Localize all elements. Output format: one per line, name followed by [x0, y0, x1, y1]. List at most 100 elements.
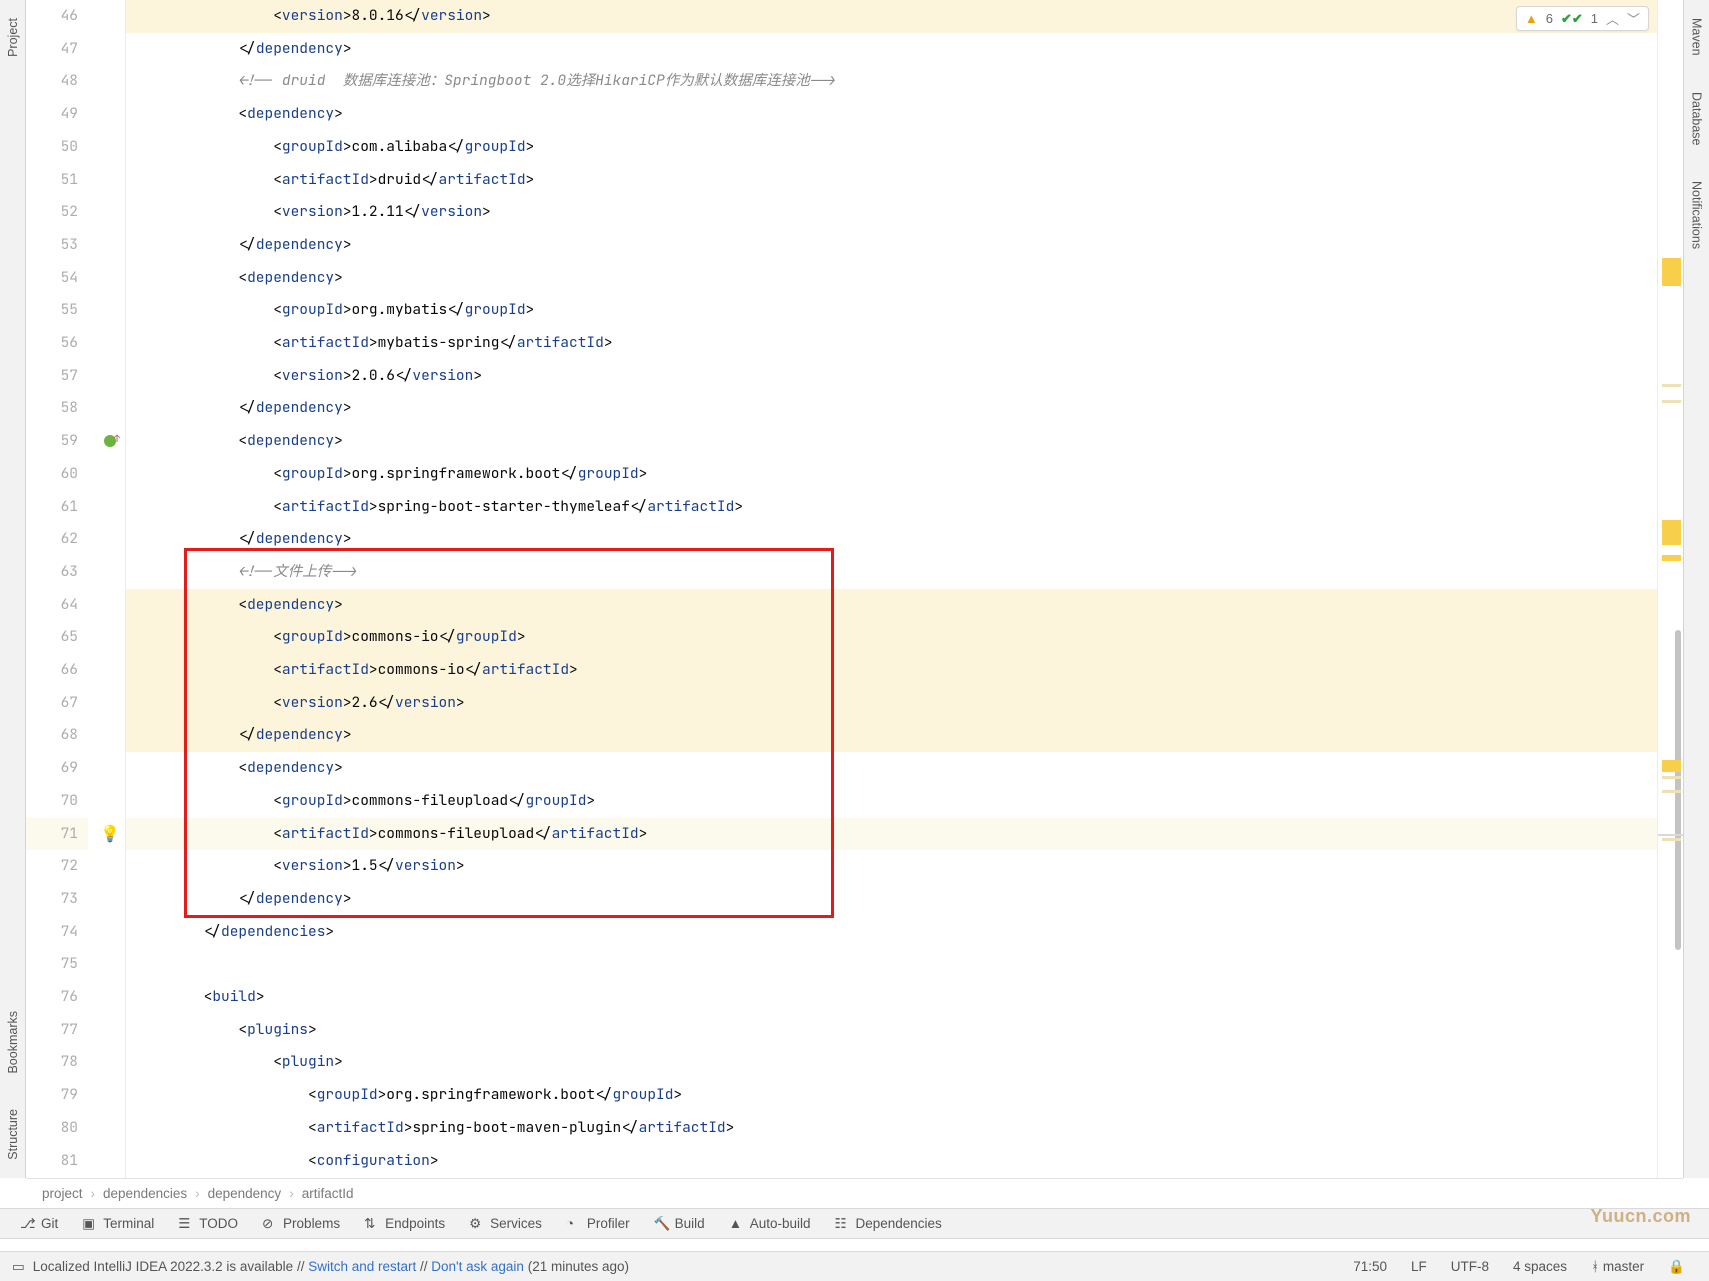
code-line[interactable]: </dependency> — [126, 719, 1657, 752]
code-line[interactable]: </dependency> — [126, 392, 1657, 425]
code-line[interactable]: <version>8.0.16</version> — [126, 0, 1657, 33]
stripe-warning[interactable] — [1662, 520, 1681, 545]
editor-gutter[interactable]: 4647484950515253545556575859606162636465… — [26, 0, 126, 1178]
line-number[interactable]: 77 — [26, 1014, 88, 1047]
line-number[interactable]: 58 — [26, 392, 88, 425]
status-encoding[interactable]: UTF-8 — [1439, 1259, 1501, 1274]
line-number[interactable]: 55 — [26, 294, 88, 327]
line-number[interactable]: 51 — [26, 164, 88, 197]
line-number[interactable]: 81 — [26, 1145, 88, 1178]
code-line[interactable]: <version>2.0.6</version> — [126, 360, 1657, 393]
line-number[interactable]: 69 — [26, 752, 88, 785]
line-number[interactable]: 68 — [26, 719, 88, 752]
toolwin-git[interactable]: ⎇Git — [8, 1216, 70, 1231]
breadcrumb-dependency[interactable]: dependency — [208, 1186, 290, 1201]
code-line[interactable]: <build> — [126, 981, 1657, 1014]
tool-maven[interactable]: Maven — [1690, 0, 1704, 74]
line-number[interactable]: 53 — [26, 229, 88, 262]
tool-bookmarks[interactable]: Bookmarks — [6, 993, 20, 1092]
code-line[interactable]: <!-- druid 数据库连接池：Springboot 2.0选择Hikari… — [126, 65, 1657, 98]
code-line[interactable]: <groupId>commons-fileupload</groupId> — [126, 785, 1657, 818]
code-line[interactable]: <artifactId>druid</artifactId> — [126, 164, 1657, 197]
stripe-mark[interactable] — [1662, 384, 1681, 387]
line-number[interactable]: 73 — [26, 883, 88, 916]
line-number[interactable]: 67 — [26, 687, 88, 720]
code-line[interactable]: <plugins> — [126, 1014, 1657, 1047]
tool-notifications[interactable]: Notifications — [1690, 163, 1704, 267]
line-number[interactable]: 60 — [26, 458, 88, 491]
code-line[interactable]: <groupId>commons-io</groupId> — [126, 621, 1657, 654]
status-lock-icon[interactable]: 🔒 — [1656, 1259, 1697, 1275]
code-line[interactable]: <dependency> — [126, 589, 1657, 622]
code-line[interactable]: <version>1.5</version> — [126, 850, 1657, 883]
code-line[interactable]: <dependency> — [126, 98, 1657, 131]
stripe-warning[interactable] — [1662, 760, 1681, 772]
status-icon[interactable]: ▭ — [12, 1259, 25, 1275]
line-number[interactable]: 63 — [26, 556, 88, 589]
code-line[interactable]: <artifactId>commons-fileupload</artifact… — [126, 818, 1657, 851]
tool-structure[interactable]: Structure — [6, 1091, 20, 1178]
status-caret-pos[interactable]: 71:50 — [1341, 1259, 1399, 1274]
stripe-mark[interactable] — [1662, 838, 1681, 841]
code-line[interactable]: <artifactId>commons-io</artifactId> — [126, 654, 1657, 687]
line-number[interactable]: 49 — [26, 98, 88, 131]
line-number[interactable]: 72 — [26, 850, 88, 883]
code-line[interactable]: <groupId>org.mybatis</groupId> — [126, 294, 1657, 327]
line-number[interactable]: 75 — [26, 948, 88, 981]
stripe-warning[interactable] — [1662, 555, 1681, 561]
tool-project[interactable]: Project — [6, 0, 20, 75]
toolwin-dependencies[interactable]: ☷Dependencies — [822, 1216, 953, 1231]
status-indent[interactable]: 4 spaces — [1501, 1259, 1579, 1274]
code-line[interactable]: <groupId>org.springframework.boot</group… — [126, 1079, 1657, 1112]
toolwin-build[interactable]: 🔨Build — [642, 1216, 717, 1231]
code-line[interactable]: <groupId>org.springframework.boot</group… — [126, 458, 1657, 491]
code-line[interactable]: </dependency> — [126, 33, 1657, 66]
line-number[interactable]: 48 — [26, 65, 88, 98]
line-number[interactable]: 54 — [26, 262, 88, 295]
line-number[interactable]: 78 — [26, 1046, 88, 1079]
code-line[interactable]: </dependencies> — [126, 916, 1657, 949]
line-number[interactable]: 76 — [26, 981, 88, 1014]
code-line[interactable]: <artifactId>spring-boot-maven-plugin</ar… — [126, 1112, 1657, 1145]
stripe-mark[interactable] — [1662, 400, 1681, 403]
code-line[interactable]: <artifactId>spring-boot-starter-thymelea… — [126, 491, 1657, 524]
toolwin-problems[interactable]: ⊘Problems — [250, 1216, 352, 1231]
stripe-mark[interactable] — [1662, 790, 1681, 793]
line-number[interactable]: 59 — [26, 425, 88, 458]
code-line[interactable]: <artifactId>mybatis-spring</artifactId> — [126, 327, 1657, 360]
code-line[interactable]: <plugin> — [126, 1046, 1657, 1079]
line-number[interactable]: 71 — [26, 818, 88, 851]
intention-bulb-icon[interactable]: 💡 — [100, 823, 120, 844]
toolwin-services[interactable]: ⚙Services — [457, 1216, 554, 1231]
prev-highlight[interactable]: ︿ — [1606, 9, 1619, 28]
code-line[interactable]: </dependency> — [126, 523, 1657, 556]
breadcrumb-dependencies[interactable]: dependencies — [103, 1186, 195, 1201]
code-line[interactable]: <dependency> — [126, 752, 1657, 785]
line-number[interactable]: 61 — [26, 491, 88, 524]
line-number[interactable]: 50 — [26, 131, 88, 164]
toolwin-todo[interactable]: ☰TODO — [166, 1216, 250, 1231]
stripe-mark[interactable] — [1662, 776, 1681, 779]
code-line[interactable]: <dependency> — [126, 262, 1657, 295]
line-number[interactable]: 64 — [26, 589, 88, 622]
line-number[interactable]: 70 — [26, 785, 88, 818]
code-line[interactable]: </dependency> — [126, 229, 1657, 262]
code-line[interactable]: <dependency> — [126, 425, 1657, 458]
line-number[interactable]: 62 — [26, 523, 88, 556]
code-line[interactable]: </dependency> — [126, 883, 1657, 916]
git-branch-icon[interactable]: ᚼ master — [1579, 1259, 1656, 1274]
code-editor[interactable]: ▲6 ✔✔1 ︿ ﹀ <version>8.0.16</version> </d… — [126, 0, 1657, 1178]
link-switch-restart[interactable]: Switch and restart — [308, 1259, 416, 1274]
inspection-widget[interactable]: ▲6 ✔✔1 ︿ ﹀ — [1516, 6, 1649, 31]
status-line-sep[interactable]: LF — [1399, 1259, 1439, 1274]
code-line[interactable]: <!--文件上传--> — [126, 556, 1657, 589]
breadcrumb-project[interactable]: project — [42, 1186, 91, 1201]
link-dont-ask[interactable]: Don't ask again — [431, 1259, 524, 1274]
line-number[interactable]: 57 — [26, 360, 88, 393]
error-stripe[interactable] — [1657, 0, 1683, 1178]
stripe-warning[interactable] — [1662, 258, 1681, 286]
tool-database[interactable]: Database — [1690, 74, 1704, 164]
breadcrumb-artifactId[interactable]: artifactId — [302, 1186, 362, 1201]
line-number[interactable]: 56 — [26, 327, 88, 360]
code-line[interactable]: <configuration> — [126, 1145, 1657, 1178]
